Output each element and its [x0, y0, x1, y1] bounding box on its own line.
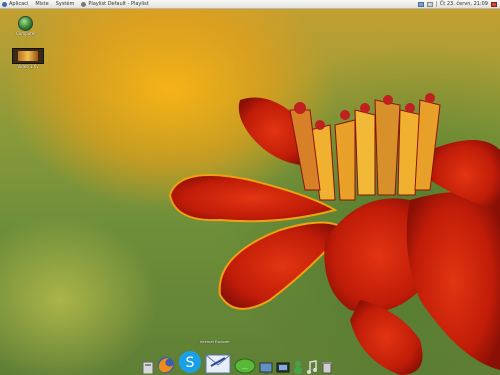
svg-text:...: ... [242, 364, 248, 371]
power-icon[interactable] [491, 1, 497, 7]
video-file-icon [12, 48, 44, 64]
desktop-icon-label: Computer [16, 31, 36, 36]
tray-separator [435, 1, 437, 7]
desktop-icon-label: Video 1.flv [17, 64, 39, 69]
dock-tooltip: Internet Explorer [200, 340, 230, 344]
panel-menus: Aplicaci Miste Systém Playlist Default -… [0, 0, 149, 8]
top-panel: Aplicaci Miste Systém Playlist Default -… [0, 0, 500, 9]
desktop-dock-icon[interactable] [259, 362, 273, 374]
dock: S ... [140, 350, 354, 374]
network-icon[interactable] [417, 1, 424, 7]
globe-icon [18, 16, 34, 31]
firefox-dock-icon[interactable] [157, 356, 175, 374]
desktop-icon-computer[interactable]: Computer [16, 16, 36, 36]
app-menu-icon [2, 1, 7, 7]
wallpaper-flower [168, 93, 500, 375]
svg-text:S: S [186, 355, 195, 371]
taskbar-audio-player[interactable]: Playlist Default - Playlist [81, 0, 149, 8]
files-dock-icon[interactable] [142, 360, 154, 374]
menu-applications-label: Aplicaci [9, 1, 29, 7]
mail-dock-icon[interactable] [205, 352, 231, 374]
skype-dock-icon[interactable]: S [178, 350, 202, 374]
audio-player-icon [81, 1, 87, 7]
menu-applications[interactable]: Aplicaci [2, 0, 28, 8]
monitor-dock-icon[interactable] [276, 362, 290, 374]
menu-system[interactable]: Systém [56, 0, 75, 8]
clock[interactable]: Čt 23. červn, 21:09 [440, 1, 488, 7]
trash-dock-icon[interactable] [321, 360, 333, 374]
volume-icon[interactable] [426, 1, 433, 7]
user-dock-icon[interactable] [293, 360, 303, 374]
taskbar-audio-player-label: Playlist Default - Playlist [88, 1, 149, 7]
desktop-icon-video[interactable]: Video 1.flv [10, 48, 46, 69]
menu-places[interactable]: Miste [35, 0, 48, 8]
system-tray: Čt 23. červn, 21:09 [417, 0, 500, 8]
menu-places-label: Miste [35, 1, 49, 7]
menu-system-label: Systém [55, 1, 75, 7]
music-dock-icon[interactable] [306, 360, 318, 374]
chat-dock-icon[interactable]: ... [234, 358, 256, 374]
